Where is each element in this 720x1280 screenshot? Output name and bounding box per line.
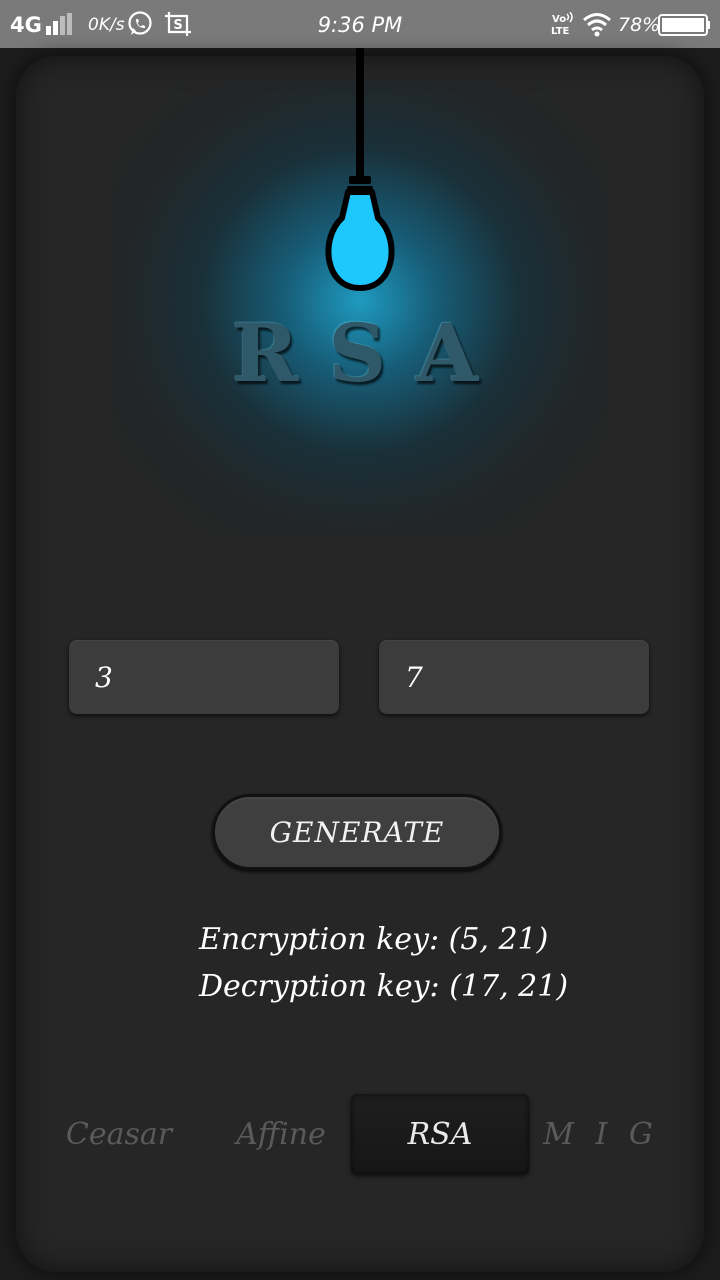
svg-text:LTE: LTE — [551, 26, 570, 36]
prime-p-input[interactable] — [69, 640, 339, 714]
tab-ceasar[interactable]: Ceasar — [30, 1094, 208, 1174]
volte-icon: Vo LTE — [551, 12, 573, 36]
tab-affine[interactable]: Affine — [192, 1094, 370, 1174]
status-bar: 4G 0K/s S 9:36 PM Vo LTE 78% — [0, 0, 720, 48]
wifi-icon — [583, 13, 611, 37]
encryption-key-text: Encryption key: (5, 21) — [199, 922, 549, 957]
decryption-key-text: Decryption key: (17, 21) — [199, 969, 569, 1004]
app-logo-title: RSA — [231, 306, 509, 400]
app-screen: 4G 0K/s S 9:36 PM Vo LTE 78% RSA 3 7 GEN… — [0, 0, 720, 1280]
tab-rsa[interactable]: RSA — [351, 1094, 529, 1174]
tab-mig[interactable]: M I G — [512, 1094, 690, 1174]
clock: 9:36 PM — [317, 13, 403, 37]
light-bulb-icon — [325, 48, 395, 291]
generate-button[interactable]: GENERATE — [212, 794, 502, 870]
battery-icon — [658, 14, 710, 36]
prime-q-input[interactable] — [379, 640, 649, 714]
battery-percentage: 78% — [618, 14, 661, 36]
svg-text:Vo: Vo — [552, 14, 566, 25]
